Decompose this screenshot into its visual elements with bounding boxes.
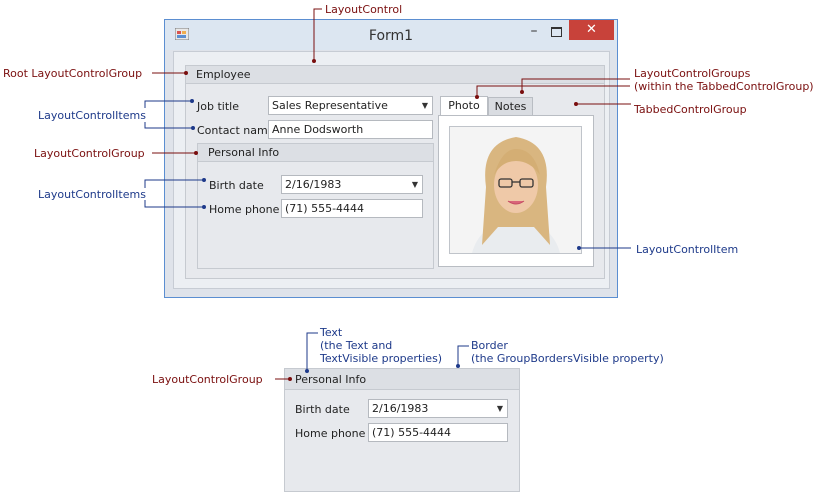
employee-photo xyxy=(449,126,582,254)
tab-photo[interactable]: Photo xyxy=(440,96,488,116)
chevron-down-icon[interactable]: ▼ xyxy=(422,97,428,114)
detail-personal-info-group: Personal Info Birth date 2/16/1983 ▼ Hom… xyxy=(284,368,520,492)
detail-group-title: Personal Info xyxy=(295,373,367,386)
title-bar: Form1 – ✕ xyxy=(165,20,617,50)
label-tab-groups: LayoutControlGroups (within the TabbedCo… xyxy=(634,67,814,93)
portrait-image xyxy=(450,127,581,253)
personal-info-header: Personal Info xyxy=(198,144,433,162)
label-tabbed-group: TabbedControlGroup xyxy=(634,103,747,116)
label-items-mid: LayoutControlItems xyxy=(38,188,146,201)
root-group-employee: Employee Job title Sales Representative … xyxy=(185,65,605,279)
job-title-label: Job title xyxy=(197,100,239,113)
contact-name-label: Contact name xyxy=(197,124,275,137)
detail-home-phone-label: Home phone xyxy=(295,427,366,440)
label-layout-control: LayoutControl xyxy=(325,3,403,16)
personal-info-title: Personal Info xyxy=(208,146,280,159)
birth-date-label: Birth date xyxy=(209,179,264,192)
label-bottom-group: LayoutControlGroup xyxy=(152,373,263,386)
detail-home-phone-value: (71) 555-4444 xyxy=(372,426,452,439)
home-phone-value: (71) 555-4444 xyxy=(285,202,365,215)
label-border: Border (the GroupBordersVisible property… xyxy=(471,339,664,365)
minimize-button[interactable]: – xyxy=(523,24,545,40)
close-button[interactable]: ✕ xyxy=(569,20,614,40)
detail-birth-date-input[interactable]: 2/16/1983 ▼ xyxy=(368,399,508,418)
form-window: Form1 – ✕ Employee Job title Sales Repre… xyxy=(164,19,618,298)
detail-birth-date-value: 2/16/1983 xyxy=(372,402,429,415)
root-group-header: Employee xyxy=(186,66,604,84)
home-phone-label: Home phone xyxy=(209,203,280,216)
root-group-title: Employee xyxy=(196,68,251,81)
home-phone-input[interactable]: (71) 555-4444 xyxy=(281,199,423,218)
detail-group-header: Personal Info xyxy=(285,369,519,390)
detail-birth-date-label: Birth date xyxy=(295,403,350,416)
label-photo-item: LayoutControlItem xyxy=(636,243,739,256)
maximize-button[interactable] xyxy=(545,24,567,40)
job-title-value: Sales Representative xyxy=(272,99,388,112)
chevron-down-icon[interactable]: ▼ xyxy=(412,176,418,193)
label-root-group: Root LayoutControlGroup xyxy=(3,67,143,80)
detail-home-phone-input[interactable]: (71) 555-4444 xyxy=(368,423,508,442)
chevron-down-icon[interactable]: ▼ xyxy=(497,400,503,417)
tab-notes[interactable]: Notes xyxy=(488,97,533,117)
birth-date-value: 2/16/1983 xyxy=(285,178,342,191)
contact-name-input[interactable]: Anne Dodsworth xyxy=(268,120,433,139)
tab-panel-photo xyxy=(438,115,594,267)
label-items-top: LayoutControlItems xyxy=(38,109,146,122)
job-title-combo[interactable]: Sales Representative ▼ xyxy=(268,96,433,115)
maximize-icon xyxy=(551,27,562,37)
layout-control: Employee Job title Sales Representative … xyxy=(173,51,610,289)
personal-info-group: Personal Info Birth date 2/16/1983 ▼ Hom… xyxy=(197,143,434,269)
label-group-mid: LayoutControlGroup xyxy=(34,147,145,160)
label-text: Text (the Text and TextVisible propertie… xyxy=(320,326,443,365)
contact-name-value: Anne Dodsworth xyxy=(272,123,364,136)
birth-date-input[interactable]: 2/16/1983 ▼ xyxy=(281,175,423,194)
